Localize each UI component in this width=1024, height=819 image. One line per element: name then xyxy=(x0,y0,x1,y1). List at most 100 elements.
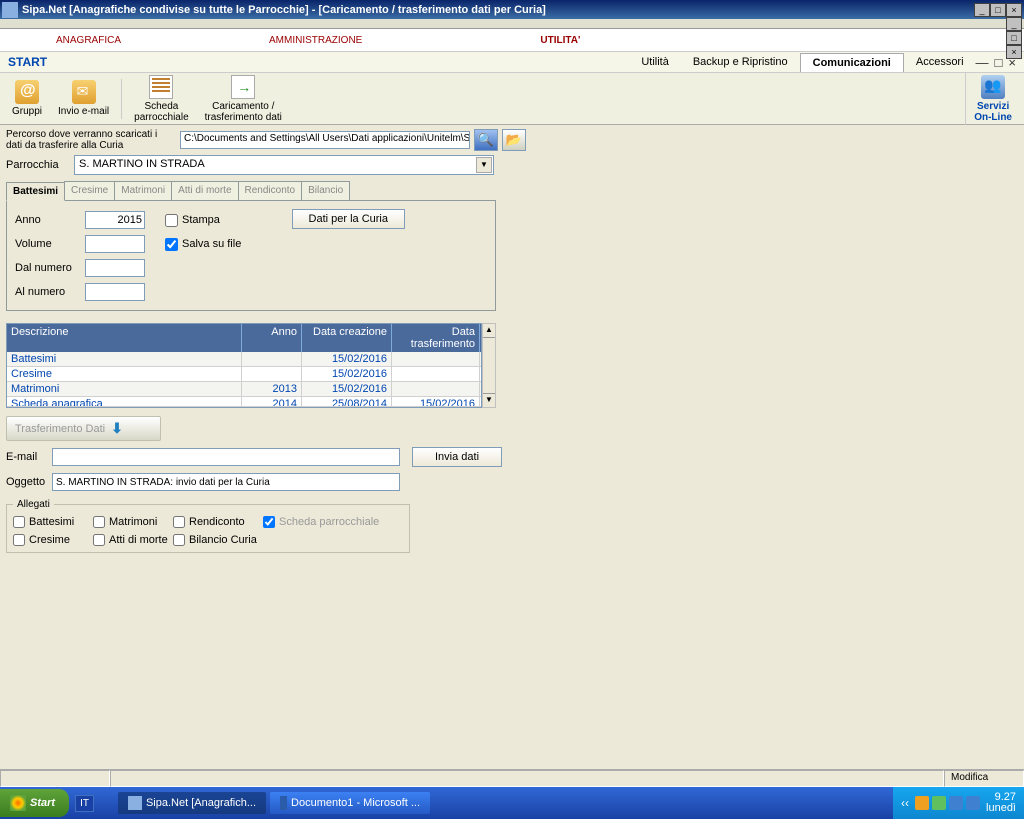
col-data-creazione[interactable]: Data creazione xyxy=(302,324,392,352)
scheda-button[interactable]: Scheda parrocchiale xyxy=(126,73,196,125)
menu-utilita[interactable]: UTILITA' xyxy=(526,32,594,49)
people-icon xyxy=(981,75,1005,99)
tray-icon-1[interactable] xyxy=(915,796,929,810)
clock[interactable]: 9.27 lunedì xyxy=(986,792,1016,814)
al-numero-input[interactable] xyxy=(85,283,145,301)
tab-backup[interactable]: Backup e Ripristino xyxy=(681,53,800,71)
scroll-down-icon[interactable]: ▼ xyxy=(483,393,495,407)
sheet-icon xyxy=(149,75,173,99)
menu-anagrafica[interactable]: ANAGRAFICA xyxy=(42,32,135,49)
tray-icon-2[interactable] xyxy=(932,796,946,810)
col-data-trasferimento[interactable]: Data trasferimento xyxy=(392,324,480,352)
browse-button[interactable]: 🔍 xyxy=(474,129,498,151)
email-label: E-mail xyxy=(6,451,46,463)
language-indicator[interactable]: IT xyxy=(75,795,94,812)
anno-label: Anno xyxy=(15,214,85,226)
start-bar: START Utilità Backup e Ripristino Comuni… xyxy=(0,51,1024,73)
dal-numero-label: Dal numero xyxy=(15,262,85,274)
subtab-battesimi[interactable]: Battesimi xyxy=(6,182,65,201)
dal-numero-input[interactable] xyxy=(85,259,145,277)
tab-accessori[interactable]: Accessori xyxy=(904,53,976,71)
mdi-titlebar: _ □ × xyxy=(0,19,1024,29)
ribbon-minimize-icon[interactable]: — xyxy=(976,55,989,70)
chk-rendiconto[interactable]: Rendiconto xyxy=(173,516,263,528)
mdi-close-button[interactable]: × xyxy=(1006,45,1022,59)
tab-comunicazioni[interactable]: Comunicazioni xyxy=(800,53,904,72)
subtab-cresime[interactable]: Cresime xyxy=(64,181,115,200)
tab-panel: Battesimi Cresime Matrimoni Atti di mort… xyxy=(6,181,496,311)
data-grid: Descrizione Anno Data creazione Data tra… xyxy=(6,323,496,408)
path-input[interactable]: C:\Documents and Settings\All Users\Dati… xyxy=(180,131,470,149)
tray-icon-3[interactable] xyxy=(949,796,963,810)
at-icon xyxy=(15,80,39,104)
allegati-legend: Allegati xyxy=(13,499,54,510)
status-cell-2 xyxy=(110,770,944,787)
system-tray: ‹‹ 9.27 lunedì xyxy=(893,787,1024,819)
open-folder-button[interactable]: 📂 xyxy=(502,129,526,151)
titlebar: Sipa.Net [Anagrafiche condivise su tutte… xyxy=(0,0,1024,19)
menubar: ANAGRAFICA AMMINISTRAZIONE UTILITA' xyxy=(0,29,1024,51)
gruppi-button[interactable]: Gruppi xyxy=(4,78,50,119)
invia-dati-button[interactable]: Invia dati xyxy=(412,447,502,467)
statusbar: Modifica xyxy=(0,769,1024,787)
chk-bilancio[interactable]: Bilancio Curia xyxy=(173,534,263,546)
app-icon xyxy=(2,2,18,18)
tray-icons xyxy=(915,796,980,810)
arrow-down-icon: ⬇ xyxy=(111,420,123,437)
close-button[interactable]: × xyxy=(1006,3,1022,17)
table-row[interactable]: Matrimoni201315/02/2016 xyxy=(7,382,481,397)
chk-matrimoni[interactable]: Matrimoni xyxy=(93,516,173,528)
email-input[interactable] xyxy=(52,448,400,466)
table-row[interactable]: Cresime15/02/2016 xyxy=(7,367,481,382)
window-title: Sipa.Net [Anagrafiche condivise su tutte… xyxy=(22,4,974,16)
toolbar: Gruppi Invio e-mail Scheda parrocchiale … xyxy=(0,73,1024,125)
allegati-fieldset: Allegati Battesimi Matrimoni Rendiconto … xyxy=(6,499,410,553)
tray-icon-4[interactable] xyxy=(966,796,980,810)
chk-scheda[interactable]: Scheda parrocchiale xyxy=(263,516,403,528)
table-row[interactable]: Scheda anagrafica201425/08/201415/02/201… xyxy=(7,397,481,407)
grid-scrollbar[interactable]: ▲ ▼ xyxy=(482,323,496,408)
volume-input[interactable] xyxy=(85,235,145,253)
minimize-button[interactable]: _ xyxy=(974,3,990,17)
chk-cresime[interactable]: Cresime xyxy=(13,534,93,546)
subtab-matrimoni[interactable]: Matrimoni xyxy=(114,181,172,200)
servizi-online-button[interactable]: Servizi On-Line xyxy=(965,73,1020,125)
volume-label: Volume xyxy=(15,238,85,250)
menu-amministrazione[interactable]: AMMINISTRAZIONE xyxy=(255,32,376,49)
table-row[interactable]: Battesimi15/02/2016 xyxy=(7,352,481,367)
tray-expand-icon[interactable]: ‹‹ xyxy=(901,796,909,810)
taskbar-item-sipa[interactable]: Sipa.Net [Anagrafich... xyxy=(118,792,266,814)
word-icon xyxy=(280,796,287,810)
invio-email-button[interactable]: Invio e-mail xyxy=(50,78,117,119)
subtab-bilancio[interactable]: Bilancio xyxy=(301,181,350,200)
mdi-minimize-button[interactable]: _ xyxy=(1006,17,1022,31)
toolbar-separator xyxy=(121,79,122,119)
col-descrizione[interactable]: Descrizione xyxy=(7,324,242,352)
dati-curia-button[interactable]: Dati per la Curia xyxy=(292,209,405,229)
mail-icon xyxy=(72,80,96,104)
stampa-checkbox[interactable]: Stampa xyxy=(165,214,220,227)
oggetto-label: Oggetto xyxy=(6,476,46,488)
maximize-button[interactable]: □ xyxy=(990,3,1006,17)
start-button[interactable]: Start xyxy=(0,789,69,817)
path-label: Percorso dove verranno scaricati i dati … xyxy=(6,129,176,151)
anno-input[interactable] xyxy=(85,211,145,229)
parrocchia-select[interactable]: S. MARTINO IN STRADA ▼ xyxy=(74,155,494,175)
status-cell-1 xyxy=(0,770,110,787)
caricamento-button[interactable]: Caricamento / trasferimento dati xyxy=(197,73,290,125)
salva-checkbox[interactable]: Salva su file xyxy=(165,238,241,251)
oggetto-input[interactable] xyxy=(52,473,400,491)
chk-battesimi[interactable]: Battesimi xyxy=(13,516,93,528)
status-modifica: Modifica xyxy=(944,770,1024,787)
tab-utilita[interactable]: Utilità xyxy=(629,53,681,71)
ribbon-restore-icon[interactable]: □ xyxy=(995,55,1003,70)
col-anno[interactable]: Anno xyxy=(242,324,302,352)
subtab-atti[interactable]: Atti di morte xyxy=(171,181,238,200)
taskbar: Start IT Sipa.Net [Anagrafich... Documen… xyxy=(0,787,1024,819)
mdi-maximize-button[interactable]: □ xyxy=(1006,31,1022,45)
scroll-up-icon[interactable]: ▲ xyxy=(483,324,495,338)
taskbar-item-word[interactable]: Documento1 - Microsoft ... xyxy=(270,792,430,814)
chk-atti[interactable]: Atti di morte xyxy=(93,534,173,546)
subtab-rendiconto[interactable]: Rendiconto xyxy=(238,181,303,200)
transfer-icon xyxy=(231,75,255,99)
